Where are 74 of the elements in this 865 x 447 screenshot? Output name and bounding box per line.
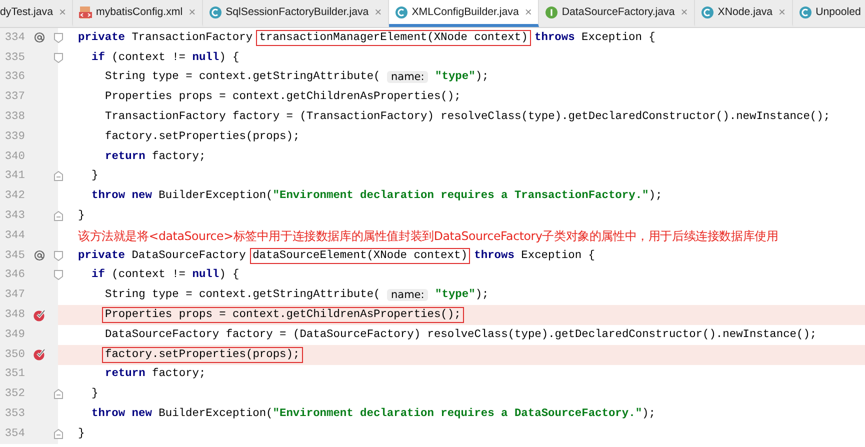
line-number: 344	[4, 230, 25, 242]
parameter-hint: name:	[386, 289, 428, 302]
fold-marker-icon[interactable]	[54, 171, 62, 182]
file-icon	[79, 6, 92, 18]
fold-marker-icon[interactable]	[54, 211, 62, 222]
code-text: if (context != null) {	[92, 52, 240, 64]
fold-marker-icon[interactable]	[54, 52, 62, 63]
breakpoint-icon[interactable]	[32, 308, 46, 322]
highlighted-code: transactionManagerElement(XNode context)	[256, 30, 531, 46]
line-number: 336	[4, 71, 25, 84]
editor-tab[interactable]: SqlSessionFactoryBuilder.java ×	[202, 0, 389, 27]
highlighted-code: dataSourceElement(XNode context)	[250, 248, 470, 264]
line-number: 337	[4, 91, 25, 104]
code-text: throw new BuilderException("Environment declaration requires a DataSourceFactory.");	[92, 408, 656, 420]
fold-marker-icon[interactable]	[54, 32, 62, 43]
line-number: 334	[4, 32, 25, 44]
code-text: "type");	[434, 71, 489, 84]
line-number: 341	[4, 170, 25, 182]
line-number: 349	[4, 328, 25, 341]
code-text: String type = context.getStringAttribute(	[105, 289, 382, 302]
code-text: throws Exception {	[534, 32, 656, 44]
class-icon	[700, 6, 714, 18]
code-text: if (context != null) {	[92, 269, 240, 282]
parameter-hint: name:	[386, 71, 428, 84]
line-number: 343	[4, 210, 25, 222]
highlighted-code: Properties props = context.getChildrenAsProperties();	[102, 307, 464, 324]
code-text: "type");	[434, 289, 489, 302]
override-icon[interactable]	[34, 250, 44, 262]
line-number: 350	[4, 348, 25, 361]
class-icon	[798, 6, 812, 18]
annotation-note: 该方法就是将<dataSource>标签中用于连接数据库的属性值封装到DataSourceFactory子类对象的属性中，用于后续连接数据库使用	[78, 228, 778, 245]
code-text: throws Exception {	[473, 250, 595, 262]
code-text: throw new BuilderException("Environment declaration requires a TransactionFactory.");	[92, 190, 662, 202]
editor-tab[interactable]: dyTest.java ×	[0, 0, 74, 27]
editor-tab[interactable]: mybatisConfig.xml ×	[73, 0, 203, 27]
line-number: 338	[4, 111, 25, 124]
fold-marker-icon[interactable]	[54, 270, 62, 280]
code-text: TransactionFactory factory = (TransactionFactory) resolveClass(type).getDeclaredConstructor().newInstance();	[105, 111, 830, 124]
fold-marker-icon[interactable]	[54, 389, 62, 400]
line-number: 347	[4, 289, 25, 302]
code-text: private DataSourceFactory	[78, 250, 247, 262]
line-number: 352	[4, 388, 25, 400]
code-text: factory.setProperties(props);	[105, 130, 300, 143]
code-text: DataSourceFactory factory = (DataSourceFactory) resolveClass(type).getDeclaredConstructor().newInstance();	[105, 328, 817, 341]
fold-marker-icon[interactable]	[54, 250, 62, 261]
override-icon[interactable]	[34, 32, 44, 44]
editor-tab[interactable]: Unpooled	[792, 0, 865, 27]
class-icon	[394, 6, 408, 18]
line-number: 353	[4, 408, 25, 420]
editor-tab[interactable]: XNode.java ×	[694, 0, 793, 27]
interface-icon	[544, 6, 558, 18]
line-number: 342	[4, 190, 25, 202]
line-number: 351	[4, 368, 25, 380]
code-text: }	[92, 170, 98, 182]
breakpoint-icon[interactable]	[32, 348, 46, 362]
code-text: Properties props = context.getChildrenAsProperties();	[105, 91, 461, 104]
line-number: 346	[4, 269, 25, 282]
editor-tab[interactable]: DataSourceFactory.java ×	[538, 0, 695, 27]
line-number: 354	[4, 428, 25, 440]
code-text: }	[78, 210, 85, 222]
class-icon	[208, 6, 222, 18]
editor-tab[interactable]: XMLConfigBuilder.java ×	[388, 0, 539, 27]
code-text: }	[78, 428, 85, 440]
code-text: private TransactionFactory	[78, 32, 254, 44]
code-text: return factory;	[105, 150, 206, 163]
line-number: 340	[4, 150, 25, 163]
line-number: 345	[4, 250, 25, 262]
line-number: 339	[4, 130, 25, 143]
code-text: }	[92, 388, 98, 400]
line-number: 335	[4, 52, 25, 64]
highlighted-code: factory.setProperties(props);	[102, 346, 303, 363]
code-text: return factory;	[105, 368, 206, 380]
line-number: 348	[4, 309, 25, 322]
code-text: String type = context.getStringAttribute(	[105, 71, 382, 84]
